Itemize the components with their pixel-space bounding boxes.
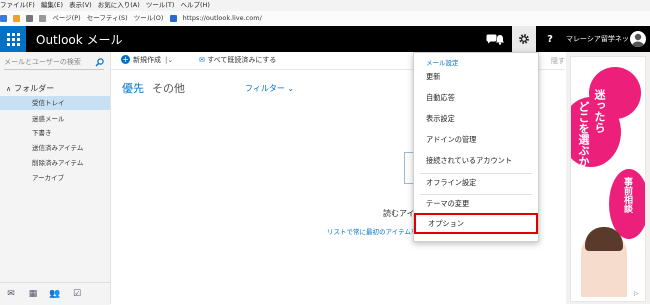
folder-deleted[interactable]: 削除済みアイテム: [0, 156, 110, 170]
browser-command-bar: ページ(P) セーフティ(S) ツール(O) https://outlook.l…: [0, 11, 650, 27]
folder-inbox[interactable]: 受信トレイ: [0, 96, 110, 110]
gear-icon: [519, 34, 529, 44]
people-module-icon[interactable]: 👥: [44, 289, 66, 299]
tab-focused[interactable]: 優先: [122, 80, 144, 96]
menu-tools[interactable]: ツール(T): [146, 1, 175, 9]
menu-item-options[interactable]: オプション: [414, 213, 538, 234]
menu-file[interactable]: ファイル(F): [0, 1, 35, 9]
mail-icon[interactable]: [26, 14, 34, 22]
settings-menu: メール設定 更新 自動応答 表示設定 アドインの管理 接続されているアカウント …: [413, 52, 539, 242]
folders-heading-label: フォルダー: [14, 84, 55, 93]
menu-help[interactable]: ヘルプ(H): [181, 1, 210, 9]
mail-module-icon[interactable]: ✉: [0, 289, 22, 299]
menu-item-manage-addins[interactable]: アドインの管理: [414, 130, 538, 150]
feeds-icon[interactable]: [13, 14, 21, 22]
menu-edit[interactable]: 編集(E): [41, 1, 63, 9]
calendar-module-icon[interactable]: ▦: [22, 289, 44, 299]
folder-junk[interactable]: 迷惑メール: [0, 112, 110, 126]
bell-button[interactable]: [489, 26, 511, 52]
new-message-button[interactable]: + 新規作成 |⌄: [121, 55, 173, 65]
ad-image[interactable]: 迷ったら どこを選ぶか 事前相談: [570, 56, 646, 302]
user-silhouette-icon: [632, 33, 644, 47]
mark-all-read-button[interactable]: ✉ すべて既読済みにする: [199, 55, 276, 65]
ad-text-2: 迷ったら: [593, 89, 606, 133]
menu-item-display-settings[interactable]: 表示設定: [414, 109, 538, 129]
chevron-down-icon: ⌄: [287, 84, 295, 93]
ie-help-icon[interactable]: [169, 14, 177, 22]
browser-menu-bar: ファイル(F) 編集(E) 表示(V) お気に入り(A) ツール(T) ヘルプ(…: [0, 0, 650, 11]
adchoices-icon[interactable]: ▷: [634, 290, 639, 297]
menu-view[interactable]: 表示(V): [69, 1, 92, 9]
menu-item-change-theme[interactable]: テーマの変更: [414, 194, 538, 214]
tasks-module-icon[interactable]: ☑: [66, 289, 88, 299]
chevron-up-icon: ∧: [6, 85, 12, 93]
envelope-open-icon: ✉: [199, 56, 205, 64]
menu-item-refresh[interactable]: 更新: [414, 67, 538, 87]
ad-text-1: どこを選ぶか: [577, 101, 590, 167]
cmd-page[interactable]: ページ(P): [52, 14, 80, 22]
search-placeholder: メールとユーザーの検索: [4, 58, 81, 66]
app-title: Outlook メール: [36, 33, 123, 47]
filter-label: フィルター: [245, 84, 285, 93]
ad-text-3: 事前相談: [622, 177, 632, 213]
search-input[interactable]: メールとユーザーの検索: [4, 56, 104, 70]
user-name[interactable]: マレーシア留学ネット: [566, 34, 636, 44]
bell-icon: [496, 34, 504, 45]
help-button[interactable]: ?: [538, 26, 562, 52]
tab-other[interactable]: その他: [152, 80, 185, 96]
chevron-down-icon[interactable]: |⌄: [165, 56, 173, 64]
waffle-icon: [6, 32, 20, 46]
folder-sent[interactable]: 送信済みアイテム: [0, 141, 110, 155]
filter-dropdown[interactable]: フィルター ⌄: [245, 83, 294, 94]
folder-archive[interactable]: アーカイブ: [0, 171, 110, 185]
folders-heading[interactable]: ∧ フォルダー: [6, 83, 54, 94]
app-header: Outlook メール ? マレーシア留学ネット: [0, 26, 650, 52]
settings-button[interactable]: [512, 26, 536, 52]
folder-drafts[interactable]: 下書き: [0, 126, 110, 140]
menu-favorites[interactable]: お気に入り(A): [98, 1, 140, 9]
module-switcher: ✉ ▦ 👥 ☑: [0, 282, 110, 305]
cmd-tools[interactable]: ツール(O): [134, 14, 164, 22]
cmd-safety[interactable]: セーフティ(S): [87, 14, 128, 22]
plus-icon: +: [121, 55, 130, 64]
mark-all-read-label: すべて既読済みにする: [207, 56, 277, 64]
avatar[interactable]: [630, 31, 646, 47]
menu-item-offline-settings[interactable]: オフライン設定: [414, 173, 538, 193]
folder-pane: メールとユーザーの検索 ∧ フォルダー 受信トレイ 迷惑メール 下書き 送信済みア…: [0, 52, 111, 304]
hide-ad-button[interactable]: 隠す: [551, 56, 565, 66]
address-text[interactable]: https://outlook.live.com/: [183, 14, 262, 22]
menu-item-auto-reply[interactable]: 自動応答: [414, 88, 538, 108]
new-label: 新規作成: [133, 56, 161, 64]
app-launcher-button[interactable]: [0, 26, 26, 52]
menu-item-connected-accounts[interactable]: 接続されているアカウント: [414, 151, 538, 171]
home-icon[interactable]: [0, 14, 7, 22]
print-icon[interactable]: [39, 14, 47, 22]
reading-pane-heading: 読むアイ: [383, 209, 415, 218]
search-icon[interactable]: [95, 56, 104, 71]
ad-banner[interactable]: 迷ったら どこを選ぶか 事前相談 ▷: [566, 52, 650, 304]
settings-menu-heading: メール設定: [426, 59, 459, 67]
